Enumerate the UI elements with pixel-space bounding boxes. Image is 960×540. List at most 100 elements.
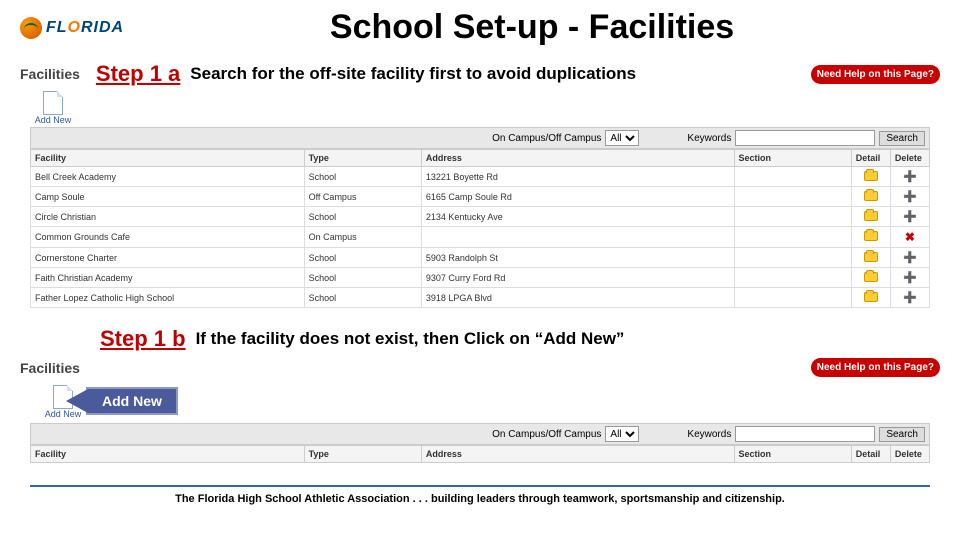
cell-section	[734, 288, 851, 308]
th-facility[interactable]: Facility	[31, 446, 305, 463]
th-section[interactable]: Section	[734, 446, 851, 463]
keywords-input[interactable]	[735, 130, 875, 146]
cell-type: On Campus	[304, 227, 421, 248]
th-delete: Delete	[890, 150, 929, 167]
table-row: Camp SouleOff Campus6165 Camp Soule Rd ➕	[31, 187, 930, 207]
folder-icon	[864, 171, 878, 181]
add-new-button[interactable]: Add New	[30, 91, 76, 125]
cell-address: 2134 Kentucky Ave	[421, 207, 734, 227]
logo-text: O	[68, 19, 81, 36]
help-button[interactable]: Need Help on this Page?	[811, 358, 940, 377]
cell-address: 9307 Curry Ford Rd	[421, 268, 734, 288]
florida-logo: FLORIDA	[20, 17, 124, 39]
add-plus-icon: ➕	[903, 191, 917, 203]
cell-type: School	[304, 288, 421, 308]
step1b-text: If the facility does not exist, then Cli…	[196, 329, 625, 349]
folder-icon	[864, 211, 878, 221]
detail-button[interactable]	[851, 268, 890, 288]
facilities-heading: Facilities	[20, 360, 80, 376]
page-title: School Set-up - Facilities	[124, 8, 940, 47]
delete-button[interactable]: ➕	[890, 207, 929, 227]
filter-bar: On Campus/Off Campus All Keywords Search	[30, 127, 930, 149]
th-address[interactable]: Address	[421, 446, 734, 463]
th-facility[interactable]: Facility	[31, 150, 305, 167]
step1a-badge: Step 1 a	[96, 61, 180, 87]
detail-button[interactable]	[851, 227, 890, 248]
detail-button[interactable]	[851, 248, 890, 268]
campus-filter-select[interactable]: All	[605, 426, 639, 442]
cell-facility: Faith Christian Academy	[31, 268, 305, 288]
folder-icon	[864, 252, 878, 262]
logo-text: FL	[46, 19, 68, 36]
cell-address: 13221 Boyette Rd	[421, 167, 734, 187]
add-plus-icon: ➕	[903, 171, 917, 183]
table-row: Bell Creek AcademySchool13221 Boyette Rd…	[31, 167, 930, 187]
add-plus-icon: ➕	[903, 211, 917, 223]
cell-section	[734, 167, 851, 187]
cell-facility: Bell Creek Academy	[31, 167, 305, 187]
th-detail: Detail	[851, 150, 890, 167]
add-plus-icon: ➕	[903, 252, 917, 264]
cell-address: 5903 Randolph St	[421, 248, 734, 268]
delete-button[interactable]: ✖	[890, 227, 929, 248]
cell-section	[734, 227, 851, 248]
step1a-row: Facilities Step 1 a Search for the off-s…	[20, 61, 940, 87]
facilities-heading: Facilities	[20, 66, 80, 82]
detail-button[interactable]	[851, 167, 890, 187]
cell-section	[734, 268, 851, 288]
facilities-table-b: Facility Type Address Section Detail Del…	[30, 445, 930, 463]
th-address[interactable]: Address	[421, 150, 734, 167]
cell-type: Off Campus	[304, 187, 421, 207]
table-row: Circle ChristianSchool2134 Kentucky Ave ➕	[31, 207, 930, 227]
th-type[interactable]: Type	[304, 446, 421, 463]
folder-icon	[864, 231, 878, 241]
delete-button[interactable]: ➕	[890, 248, 929, 268]
th-type[interactable]: Type	[304, 150, 421, 167]
detail-button[interactable]	[851, 187, 890, 207]
search-button[interactable]: Search	[879, 131, 925, 146]
add-plus-icon: ➕	[903, 292, 917, 304]
footer-text: The Florida High School Athletic Associa…	[20, 493, 940, 505]
cell-type: School	[304, 167, 421, 187]
th-delete: Delete	[890, 446, 929, 463]
basketball-icon	[20, 17, 42, 39]
keywords-label: Keywords	[687, 133, 731, 144]
cell-facility: Father Lopez Catholic High School	[31, 288, 305, 308]
keywords-input[interactable]	[735, 426, 875, 442]
new-document-icon	[43, 91, 63, 115]
footer-divider	[30, 485, 930, 487]
cell-type: School	[304, 248, 421, 268]
detail-button[interactable]	[851, 288, 890, 308]
cell-section	[734, 248, 851, 268]
cell-address: 6165 Camp Soule Rd	[421, 187, 734, 207]
add-new-callout: Add New	[86, 387, 178, 415]
search-button[interactable]: Search	[879, 427, 925, 442]
campus-filter-select[interactable]: All	[605, 130, 639, 146]
folder-icon	[864, 191, 878, 201]
table-row: Father Lopez Catholic High SchoolSchool3…	[31, 288, 930, 308]
cell-address: 3918 LPGA Blvd	[421, 288, 734, 308]
th-detail: Detail	[851, 446, 890, 463]
cell-facility: Circle Christian	[31, 207, 305, 227]
delete-button[interactable]: ➕	[890, 268, 929, 288]
help-button[interactable]: Need Help on this Page?	[811, 65, 940, 84]
table-row: Faith Christian AcademySchool9307 Curry …	[31, 268, 930, 288]
detail-button[interactable]	[851, 207, 890, 227]
th-section[interactable]: Section	[734, 150, 851, 167]
delete-button[interactable]: ➕	[890, 167, 929, 187]
cell-facility: Camp Soule	[31, 187, 305, 207]
cell-section	[734, 187, 851, 207]
folder-icon	[864, 292, 878, 302]
keywords-label: Keywords	[687, 429, 731, 440]
folder-icon	[864, 272, 878, 282]
cell-type: School	[304, 207, 421, 227]
step1b-row: Step 1 b If the facility does not exist,…	[20, 326, 940, 352]
campus-filter-label: On Campus/Off Campus	[492, 429, 601, 440]
cell-facility: Cornerstone Charter	[31, 248, 305, 268]
delete-button[interactable]: ➕	[890, 288, 929, 308]
delete-button[interactable]: ➕	[890, 187, 929, 207]
cell-type: School	[304, 268, 421, 288]
cell-address	[421, 227, 734, 248]
cell-facility: Common Grounds Cafe	[31, 227, 305, 248]
add-new-label: Add New	[35, 115, 72, 125]
